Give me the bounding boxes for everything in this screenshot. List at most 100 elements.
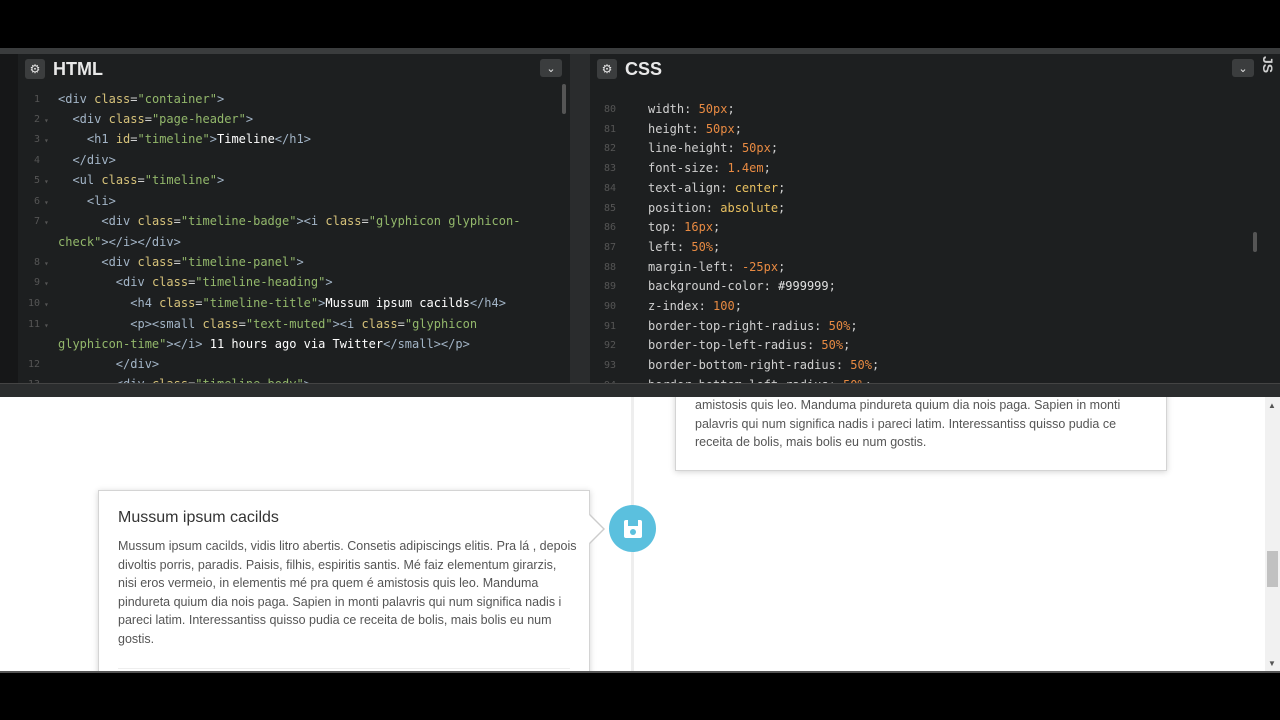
fold-marker-icon[interactable]: ▾	[44, 212, 58, 233]
code-line[interactable]: 83 font-size: 1.4em;	[590, 159, 1262, 179]
pane-divider[interactable]	[570, 54, 590, 383]
code-line[interactable]: 3 ▾ <h1 id="timeline">Timeline</h1>	[18, 130, 570, 151]
line-number: 85	[603, 202, 616, 214]
code-line[interactable]: 13▾ <div class="timeline-body">	[18, 375, 570, 383]
code-line[interactable]: check"></i></div>	[18, 233, 570, 253]
fold-marker-icon[interactable]	[620, 179, 648, 199]
code-line[interactable]: 7 ▾ <div class="timeline-badge"><i class=…	[18, 212, 570, 233]
fold-marker-icon[interactable]	[44, 355, 58, 375]
js-pane-tab[interactable]: JS	[1260, 56, 1276, 73]
fold-marker-icon[interactable]	[620, 297, 648, 317]
fold-marker-icon[interactable]: ▾	[44, 315, 58, 336]
code-line[interactable]: 90 z-index: 100;	[590, 297, 1262, 317]
fold-marker-icon[interactable]: ▾	[44, 130, 58, 151]
code-line[interactable]: 2 ▾ <div class="page-header">	[18, 110, 570, 131]
fold-marker-icon[interactable]	[620, 356, 648, 376]
preview-pane: amistosis quis leo. Manduma pindureta qu…	[0, 397, 1280, 671]
code-line[interactable]: 81 height: 50px;	[590, 120, 1262, 140]
code-text: <div class="timeline-panel">	[101, 254, 304, 269]
fold-marker-icon[interactable]	[620, 100, 648, 120]
chevron-down-icon[interactable]: ⌄	[540, 59, 562, 77]
code-line[interactable]: 9 ▾ <div class="timeline-heading">	[18, 273, 570, 294]
code-line[interactable]: 89 background-color: #999999;	[590, 277, 1262, 297]
editor-area: ⚙ HTML ⌄ 1 <div class="container"> 2 ▾ <div…	[0, 48, 1280, 383]
fold-marker-icon[interactable]: ▾	[44, 253, 58, 274]
code-line[interactable]: 12 </div>	[18, 355, 570, 375]
fold-marker-icon[interactable]	[620, 199, 648, 219]
line-number: 11	[27, 318, 40, 330]
code-line[interactable]: 91 border-top-right-radius: 50%;	[590, 317, 1262, 337]
code-text: z-index: 100;	[648, 299, 742, 314]
code-line[interactable]: 11 ▾ <p><small class="text-muted"><i clas…	[18, 315, 570, 336]
code-text: margin-left: -25px;	[648, 259, 786, 274]
fold-marker-icon[interactable]	[620, 317, 648, 337]
fold-marker-icon[interactable]	[620, 336, 648, 356]
line-number: 8	[33, 256, 40, 268]
fold-marker-icon[interactable]	[620, 258, 648, 278]
fold-marker-icon[interactable]	[44, 90, 58, 110]
resize-bar[interactable]	[0, 383, 1280, 397]
fold-marker-icon[interactable]: ▾	[44, 273, 58, 294]
html-pane-header: ⚙ HTML ⌄	[18, 54, 570, 84]
fold-marker-icon[interactable]: ▾	[44, 110, 58, 131]
code-line[interactable]: 80 width: 50px;	[590, 100, 1262, 120]
preview-scrollbar[interactable]: ▲ ▼	[1265, 397, 1280, 671]
html-scrollbar-thumb[interactable]	[562, 84, 566, 114]
code-text: <h4 class="timeline-title">Mussum ipsum …	[130, 296, 506, 311]
fold-marker-icon[interactable]	[620, 139, 648, 159]
code-line[interactable]: 5 ▾ <ul class="timeline">	[18, 171, 570, 192]
timeline-panel: Mussum ipsum cacilds Mussum ipsum cacild…	[98, 490, 590, 671]
scroll-up-icon[interactable]: ▲	[1268, 401, 1276, 410]
code-line[interactable]: 88 margin-left: -25px;	[590, 258, 1262, 278]
chevron-down-icon[interactable]: ⌄	[1232, 59, 1254, 77]
code-line[interactable]: 86 top: 16px;	[590, 218, 1262, 238]
code-text: top: 16px;	[648, 220, 721, 235]
preview-scrollbar-thumb[interactable]	[1267, 551, 1278, 587]
code-text: <div class="timeline-body">	[58, 375, 311, 383]
fold-marker-icon[interactable]: ▾	[44, 294, 58, 315]
code-line[interactable]: 6 ▾ <li>	[18, 192, 570, 213]
fold-marker-icon[interactable]	[44, 233, 58, 253]
css-pane-header: ⚙ CSS ⌄	[590, 54, 1262, 84]
line-number	[18, 233, 44, 253]
fold-marker-icon[interactable]	[620, 159, 648, 179]
fold-marker-icon[interactable]	[620, 218, 648, 238]
code-line[interactable]: 87 left: 50%;	[590, 238, 1262, 258]
html-code-editor[interactable]: 1 <div class="container"> 2 ▾ <div class="p…	[18, 90, 570, 383]
scroll-down-icon[interactable]: ▼	[1268, 659, 1276, 668]
fold-marker-icon[interactable]	[620, 376, 648, 383]
code-line[interactable]: glyphicon-time"></i> 11 hours ago via Tw…	[18, 335, 570, 355]
code-line[interactable]: 8 ▾ <div class="timeline-panel">	[18, 253, 570, 274]
code-text: glyphicon-time"></i> 11 hours ago via Tw…	[58, 337, 470, 352]
gear-icon[interactable]: ⚙	[25, 59, 45, 79]
code-line[interactable]: 1 <div class="container">	[18, 90, 570, 110]
line-number: 13	[18, 375, 44, 383]
panel-arrow-inner	[589, 515, 603, 543]
line-number: 82	[603, 143, 616, 155]
code-line[interactable]: 94 border-bottom-left-radius: 50%;	[590, 376, 1262, 383]
fold-marker-icon[interactable]	[44, 151, 58, 171]
gear-icon[interactable]: ⚙	[597, 59, 617, 79]
fold-marker-icon[interactable]	[620, 120, 648, 140]
css-code-editor[interactable]: 80 width: 50px; 81 height: 50px; 82 line-heig…	[590, 100, 1262, 383]
code-line[interactable]: 85 position: absolute;	[590, 199, 1262, 219]
fold-marker-icon[interactable]	[620, 238, 648, 258]
floppy-disk-icon	[623, 519, 642, 538]
code-line[interactable]: 92 border-top-left-radius: 50%;	[590, 336, 1262, 356]
code-line[interactable]: 84 text-align: center;	[590, 179, 1262, 199]
code-line[interactable]: 10 ▾ <h4 class="timeline-title">Mussum ip…	[18, 294, 570, 315]
line-number: 6	[33, 195, 40, 207]
fold-marker-icon[interactable]	[44, 335, 58, 355]
code-text: </div>	[72, 153, 116, 168]
line-number: 91	[603, 320, 616, 332]
code-line[interactable]: 4 </div>	[18, 151, 570, 171]
code-line[interactable]: 93 border-bottom-right-radius: 50%;	[590, 356, 1262, 376]
fold-marker-icon[interactable]: ▾	[44, 375, 58, 383]
fold-marker-icon[interactable]	[620, 277, 648, 297]
line-number: 87	[603, 241, 616, 253]
js-pane-collapsed[interactable]: JS	[1260, 54, 1280, 383]
fold-marker-icon[interactable]: ▾	[44, 192, 58, 213]
line-number: 4	[33, 155, 40, 167]
code-line[interactable]: 82 line-height: 50px;	[590, 139, 1262, 159]
fold-marker-icon[interactable]: ▾	[44, 171, 58, 192]
